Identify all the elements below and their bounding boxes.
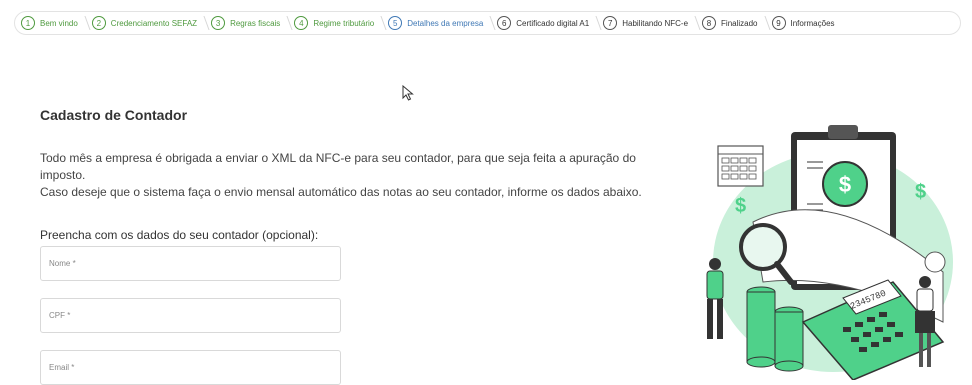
description-line-1: Todo mês a empresa é obrigada a enviar o… bbox=[40, 151, 636, 182]
form-label: Preencha com os dados do seu contador (o… bbox=[40, 228, 319, 242]
name-input[interactable] bbox=[40, 246, 341, 281]
calendar-icon bbox=[717, 145, 764, 187]
page-title: Cadastro de Contador bbox=[40, 107, 188, 123]
step-number: 4 bbox=[294, 16, 309, 30]
step-informacoes[interactable]: 9 Informações bbox=[771, 12, 849, 34]
step-label: Informações bbox=[790, 18, 835, 28]
description-line-2: Caso deseje que o sistema faça o envio m… bbox=[40, 185, 642, 199]
step-bem-vindo[interactable]: 1 Bem vindo bbox=[21, 12, 92, 34]
step-number: 8 bbox=[702, 16, 717, 30]
description: Todo mês a empresa é obrigada a enviar o… bbox=[40, 150, 680, 201]
step-label: Credenciamento SEFAZ bbox=[110, 18, 198, 28]
step-regime-tributario[interactable]: 4 Regime tributário bbox=[294, 12, 388, 34]
mouse-pointer-icon bbox=[402, 85, 414, 101]
step-label: Certificado digital A1 bbox=[516, 18, 590, 28]
step-detalhes-da-empresa[interactable]: 5 Detalhes da empresa bbox=[388, 12, 497, 34]
step-number: 3 bbox=[211, 16, 226, 30]
step-label: Habilitando NFC-e bbox=[622, 18, 689, 28]
step-number: 9 bbox=[771, 16, 786, 30]
wizard-stepper: 1 Bem vindo 2 Credenciamento SEFAZ 3 Reg… bbox=[14, 11, 961, 35]
step-number: 5 bbox=[388, 16, 403, 30]
step-number: 7 bbox=[603, 16, 618, 30]
step-label: Detalhes da empresa bbox=[407, 18, 484, 28]
step-label: Bem vindo bbox=[40, 18, 78, 28]
step-number: 2 bbox=[91, 16, 106, 30]
step-label: Finalizado bbox=[721, 18, 758, 28]
step-habilitando-nfce[interactable]: 7 Habilitando NFC-e bbox=[603, 12, 702, 34]
step-regras-fiscais[interactable]: 3 Regras fiscais bbox=[211, 12, 294, 34]
step-number: 1 bbox=[21, 16, 35, 30]
accountant-illustration: $ $ $ 2345780 bbox=[706, 125, 953, 380]
dollar-sign-right: $ bbox=[915, 181, 926, 203]
step-label: Regime tributário bbox=[313, 18, 375, 28]
dollar-sign-left: $ bbox=[735, 195, 746, 217]
step-number: 6 bbox=[497, 16, 512, 30]
email-input[interactable] bbox=[40, 350, 341, 385]
step-label: Regras fiscais bbox=[230, 18, 281, 28]
dollar-symbol: $ bbox=[839, 172, 851, 197]
step-finalizado[interactable]: 8 Finalizado bbox=[702, 12, 771, 34]
step-credenciamento-sefaz[interactable]: 2 Credenciamento SEFAZ bbox=[91, 12, 211, 34]
step-certificado-digital[interactable]: 6 Certificado digital A1 bbox=[497, 12, 603, 34]
cpf-input[interactable] bbox=[40, 298, 341, 333]
